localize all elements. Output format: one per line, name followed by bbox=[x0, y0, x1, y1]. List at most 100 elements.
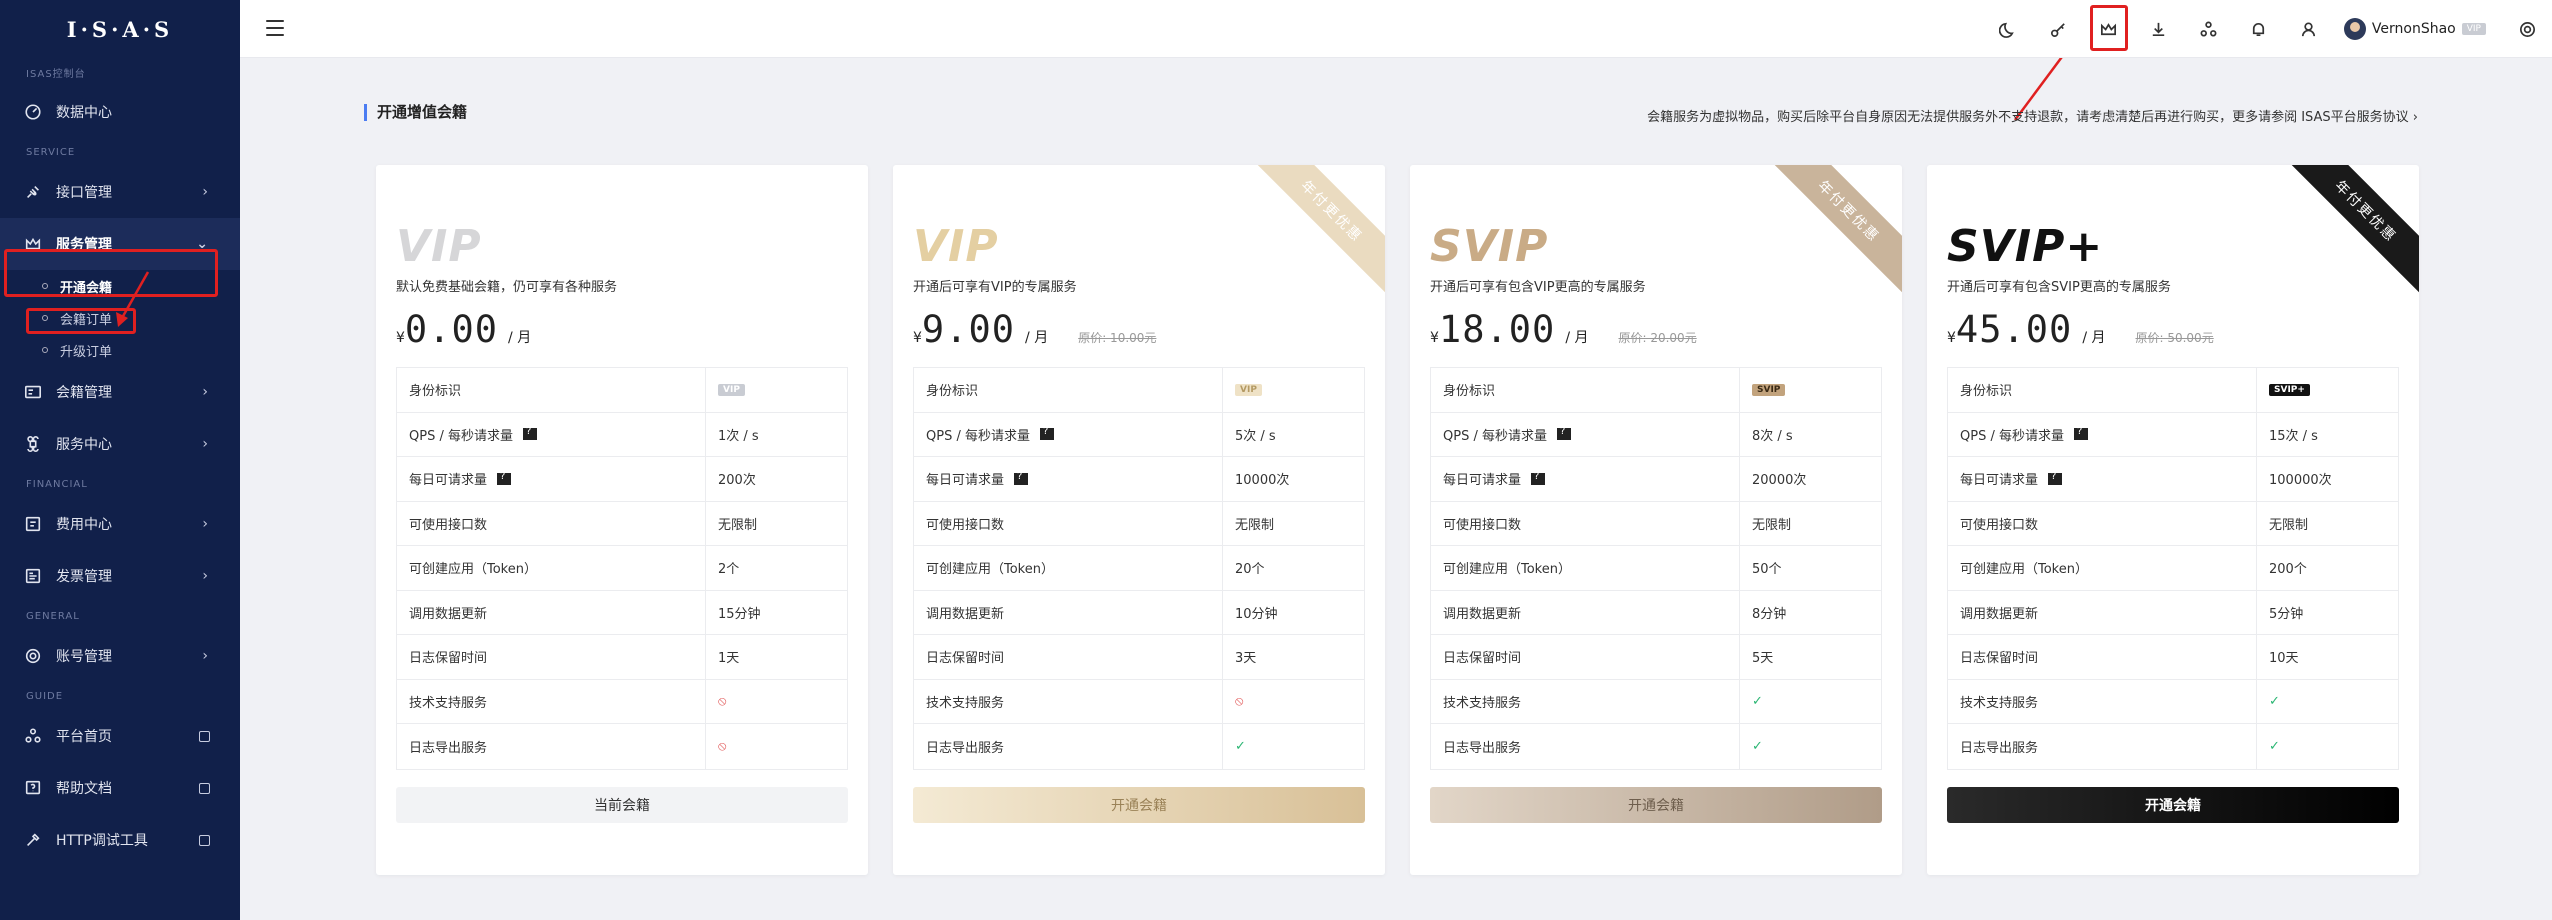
table-row: 日志导出服务 ✓ bbox=[1431, 724, 1881, 769]
sidebar-item-label: 服务中心 bbox=[56, 437, 112, 453]
feature-name: 调用数据更新 bbox=[914, 590, 1223, 634]
current-membership-button[interactable]: 当前会籍 bbox=[396, 787, 848, 823]
feature-value: 5天 bbox=[1752, 651, 1774, 667]
feature-table: 身份标识SVIP QPS / 每秒请求量8次 / s 每日可请求量20000次 … bbox=[1430, 367, 1882, 770]
settings-gear-icon[interactable] bbox=[2502, 0, 2552, 58]
plan-description: 默认免费基础会籍，仍可享有各种服务 bbox=[396, 280, 618, 295]
help-icon[interactable] bbox=[497, 471, 512, 485]
table-row: 可使用接口数 无限制 bbox=[914, 501, 1364, 546]
feature-name: 日志保留时间 bbox=[1948, 635, 2257, 679]
plan-description: 开通后可享有VIP的专属服务 bbox=[913, 280, 1077, 295]
price-unit: / 月 bbox=[1025, 330, 1049, 346]
sidebar-subitem-membership-orders[interactable]: 会籍订单 bbox=[0, 302, 240, 334]
page-title: 开通增值会籍 bbox=[364, 104, 467, 121]
app-logo[interactable]: I·S·A·S bbox=[0, 0, 240, 58]
feature-name: 调用数据更新 bbox=[1431, 590, 1740, 634]
sidebar-item-service-center[interactable]: 服务中心 › bbox=[0, 418, 240, 470]
username: VernonShao bbox=[2371, 21, 2456, 37]
feature-value: 20个 bbox=[1235, 562, 1265, 578]
feature-name: 每日可请求量 bbox=[1960, 473, 2039, 489]
help-icon[interactable] bbox=[2048, 471, 2063, 485]
help-icon[interactable] bbox=[2073, 426, 2088, 441]
annual-discount-ribbon: 年付更优惠 bbox=[1250, 165, 1385, 293]
download-icon[interactable] bbox=[2134, 0, 2184, 58]
help-icon[interactable] bbox=[1014, 471, 1029, 485]
menu-toggle-icon[interactable] bbox=[266, 20, 284, 36]
sidebar-item-platform-home[interactable]: 平台首页 bbox=[0, 710, 240, 762]
open-membership-button[interactable]: 开通会籍 bbox=[1947, 787, 2399, 823]
sidebar-item-label: 接口管理 bbox=[56, 185, 112, 201]
price-value: 0.00 bbox=[404, 308, 499, 351]
user-icon[interactable] bbox=[2284, 0, 2334, 58]
sidebar-item-service-mgmt[interactable]: 服务管理 ⌄ bbox=[0, 218, 240, 270]
sidebar-item-invoice[interactable]: 发票管理 › bbox=[0, 550, 240, 602]
help-icon[interactable] bbox=[1039, 426, 1054, 441]
bell-icon[interactable] bbox=[2234, 0, 2284, 58]
table-row: 技术支持服务 ✓ bbox=[1431, 679, 1881, 724]
table-row: 可创建应用（Token） 20个 bbox=[914, 546, 1364, 591]
feature-name: 每日可请求量 bbox=[926, 473, 1005, 489]
sidebar-item-account[interactable]: 账号管理 › bbox=[0, 630, 240, 682]
sidebar-subitem-upgrade-orders[interactable]: 升级订单 bbox=[0, 334, 240, 366]
apps-icon[interactable] bbox=[2184, 0, 2234, 58]
plan-logo: VIP bbox=[396, 221, 482, 272]
feature-value: 10分钟 bbox=[1235, 606, 1278, 622]
feature-value: 8分钟 bbox=[1752, 606, 1787, 622]
check-icon: ✓ bbox=[2269, 693, 2280, 709]
feature-value: 无限制 bbox=[2269, 517, 2309, 533]
key-icon[interactable] bbox=[2034, 0, 2084, 58]
sidebar-item-docs[interactable]: 帮助文档 bbox=[0, 762, 240, 814]
feature-name: 可创建应用（Token） bbox=[1431, 546, 1740, 590]
dark-mode-icon[interactable] bbox=[1984, 0, 2034, 58]
feature-name: 可创建应用（Token） bbox=[914, 546, 1223, 590]
price-value: 45.00 bbox=[1955, 308, 2073, 351]
feature-value: 8次 / s bbox=[1752, 428, 1793, 444]
bullet-icon bbox=[42, 283, 48, 289]
help-icon[interactable] bbox=[1556, 426, 1571, 441]
sidebar-subitem-open-membership[interactable]: 开通会籍 bbox=[0, 270, 240, 302]
sidebar-item-membership[interactable]: 会籍管理 › bbox=[0, 366, 240, 418]
sidebar-item-data-center[interactable]: 数据中心 bbox=[0, 86, 240, 138]
sidebar-item-fees[interactable]: 费用中心 › bbox=[0, 498, 240, 550]
sidebar-item-http-tool[interactable]: HTTP调试工具 bbox=[0, 814, 240, 866]
help-icon[interactable] bbox=[522, 426, 537, 441]
table-row: 可使用接口数 无限制 bbox=[1431, 501, 1881, 546]
feature-name: QPS / 每秒请求量 bbox=[1443, 428, 1547, 444]
feature-value: 10天 bbox=[2269, 651, 2299, 667]
feature-name: 日志导出服务 bbox=[397, 724, 706, 769]
annual-discount-ribbon: 年付更优惠 bbox=[2284, 165, 2419, 293]
feature-value: 200次 bbox=[718, 473, 756, 489]
table-row: 调用数据更新 15分钟 bbox=[397, 590, 847, 635]
chevron-right-icon: › bbox=[202, 648, 208, 664]
crown-icon[interactable] bbox=[2084, 0, 2134, 58]
currency-symbol: ¥ bbox=[1947, 330, 1956, 346]
table-row: 每日可请求量 200次 bbox=[397, 457, 847, 502]
help-icon[interactable] bbox=[1531, 471, 1546, 485]
top-bar: VernonShao VIP bbox=[240, 0, 2552, 58]
feature-value: 10000次 bbox=[1235, 473, 1290, 489]
feature-name: 日志导出服务 bbox=[1948, 724, 2257, 769]
plan-card-svip: 年付更优惠 SVIP 开通后可享有包含VIP更高的专属服务 ¥ 18.00 / … bbox=[1410, 165, 1902, 875]
table-row: 技术支持服务 ⦸ bbox=[914, 679, 1364, 724]
plan-price: ¥ 0.00 / 月 bbox=[396, 308, 531, 351]
sidebar-item-label: 服务管理 bbox=[56, 237, 112, 253]
chevron-down-icon: ⌄ bbox=[196, 236, 208, 252]
sidebar-subitem-label: 开通会籍 bbox=[60, 280, 113, 296]
wallet-icon bbox=[24, 515, 42, 533]
purchase-notice[interactable]: 会籍服务为虚拟物品，购买后除平台自身原因无法提供服务外不支持退款，请考虑清楚后再… bbox=[1647, 106, 2418, 125]
section-label-financial: FINANCIAL bbox=[26, 478, 88, 490]
sidebar-item-api[interactable]: 接口管理 › bbox=[0, 166, 240, 218]
external-link-icon bbox=[199, 834, 210, 846]
open-membership-button[interactable]: 开通会籍 bbox=[1430, 787, 1882, 823]
annual-discount-ribbon: 年付更优惠 bbox=[1767, 165, 1902, 293]
table-row: QPS / 每秒请求量 5次 / s bbox=[914, 412, 1364, 457]
feature-name: 技术支持服务 bbox=[1948, 679, 2257, 723]
table-row: 日志保留时间 5天 bbox=[1431, 635, 1881, 680]
dashboard-icon bbox=[24, 103, 42, 121]
open-membership-button[interactable]: 开通会籍 bbox=[913, 787, 1365, 823]
sidebar-item-label: 数据中心 bbox=[56, 105, 112, 121]
user-menu[interactable]: VernonShao VIP bbox=[2334, 18, 2502, 40]
table-row: 调用数据更新 5分钟 bbox=[1948, 590, 2398, 635]
not-available-icon: ⦸ bbox=[718, 693, 727, 709]
chevron-right-icon: › bbox=[202, 568, 208, 584]
